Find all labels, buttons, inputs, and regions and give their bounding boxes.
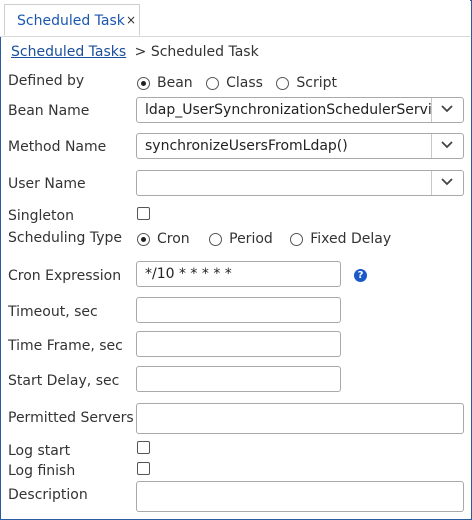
breadcrumb-link-scheduled-tasks[interactable]: Scheduled Tasks xyxy=(11,44,126,60)
tab-scheduled-task[interactable]: Scheduled Task × xyxy=(4,4,140,36)
close-icon[interactable]: × xyxy=(126,14,136,26)
log-start-label: Log start xyxy=(8,443,71,459)
description-input[interactable] xyxy=(136,481,464,512)
radio-period[interactable]: Period xyxy=(209,231,273,247)
time-frame-label: Time Frame, sec xyxy=(8,338,123,354)
method-name-label: Method Name xyxy=(8,139,107,155)
defined-by-label: Defined by xyxy=(8,73,85,89)
breadcrumb-separator: > xyxy=(134,44,147,60)
timeout-label: Timeout, sec xyxy=(8,304,98,320)
scheduling-type-label: Scheduling Type xyxy=(8,230,122,246)
cron-expression-input[interactable]: */10 * * * * * xyxy=(136,261,341,287)
tab-bar: Scheduled Task × xyxy=(0,0,470,37)
radio-period-label: Period xyxy=(229,231,273,247)
bean-name-select[interactable]: ldap_UserSynchronizationSchedulerService xyxy=(136,97,464,123)
user-name-label: User Name xyxy=(8,176,86,192)
radio-circle xyxy=(290,232,304,246)
bean-name-label: Bean Name xyxy=(8,103,90,119)
timeout-input[interactable] xyxy=(136,297,341,323)
method-name-value: synchronizeUsersFromLdap() xyxy=(145,138,348,154)
radio-fixed-delay[interactable]: Fixed Delay xyxy=(290,231,391,247)
defined-by-radio-group: Bean Class Script xyxy=(137,75,345,95)
radio-fixed-delay-label: Fixed Delay xyxy=(310,231,392,247)
radio-script[interactable]: Script xyxy=(276,75,337,91)
radio-class-label: Class xyxy=(226,75,263,91)
singleton-checkbox[interactable] xyxy=(137,207,150,220)
radio-circle-selected xyxy=(137,232,150,246)
chevron-down-icon[interactable] xyxy=(431,171,463,195)
method-name-select[interactable]: synchronizeUsersFromLdap() xyxy=(136,133,464,159)
cron-expression-value: */10 * * * * * xyxy=(145,266,232,282)
radio-cron-label: Cron xyxy=(157,231,190,247)
chevron-down-icon[interactable] xyxy=(431,98,463,122)
breadcrumb: Scheduled Tasks > Scheduled Task xyxy=(11,44,259,60)
radio-bean[interactable]: Bean xyxy=(137,75,193,91)
radio-circle xyxy=(276,76,290,90)
radio-bean-label: Bean xyxy=(157,75,193,91)
permitted-servers-label: Permitted Servers xyxy=(8,410,134,426)
permitted-servers-input[interactable] xyxy=(136,403,464,434)
radio-cron[interactable]: Cron xyxy=(137,231,190,247)
log-finish-label: Log finish xyxy=(8,463,76,479)
cron-expression-label: Cron Expression xyxy=(8,268,122,284)
tab-label: Scheduled Task xyxy=(17,13,125,29)
description-label: Description xyxy=(8,487,88,503)
chevron-down-icon[interactable] xyxy=(431,134,463,158)
singleton-label: Singleton xyxy=(8,208,74,224)
radio-circle xyxy=(206,76,220,90)
user-name-select[interactable] xyxy=(136,170,464,196)
bean-name-value: ldap_UserSynchronizationSchedulerService xyxy=(145,102,431,118)
breadcrumb-current: Scheduled Task xyxy=(150,44,259,60)
start-delay-input[interactable] xyxy=(136,366,341,392)
start-delay-label: Start Delay, sec xyxy=(8,373,120,389)
help-icon[interactable]: ? xyxy=(354,269,367,282)
radio-circle-selected xyxy=(137,76,150,90)
radio-class[interactable]: Class xyxy=(206,75,263,91)
log-finish-checkbox[interactable] xyxy=(137,462,150,475)
radio-script-label: Script xyxy=(296,75,338,91)
scheduling-type-radio-group: Cron Period Fixed Delay xyxy=(137,231,399,251)
radio-circle xyxy=(209,232,223,246)
time-frame-input[interactable] xyxy=(136,331,341,357)
log-start-checkbox[interactable] xyxy=(137,441,150,454)
